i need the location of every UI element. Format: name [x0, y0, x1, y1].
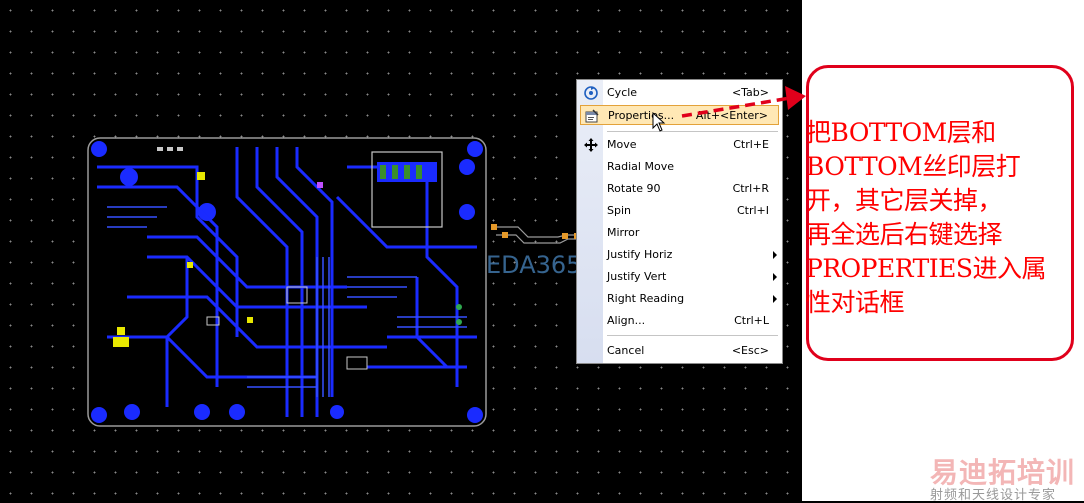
eda365-watermark: EDA365	[486, 251, 582, 279]
menu-item-label: Cancel	[607, 344, 645, 357]
menu-item-shortcut: Ctrl+E	[733, 138, 769, 151]
cycle-icon	[583, 85, 599, 101]
menu-item-shortcut: Ctrl+R	[732, 182, 769, 195]
menu-item-label: Move	[607, 138, 637, 151]
menu-item-shortcut: Ctrl+L	[734, 314, 769, 327]
menu-item-label: Spin	[607, 204, 631, 217]
menu-item-justify-horiz[interactable]: Justify Horiz	[580, 245, 779, 265]
menu-item-label: Align...	[607, 314, 646, 327]
pcb-board[interactable]	[87, 137, 487, 427]
properties-icon	[584, 108, 600, 124]
menu-item-cancel[interactable]: Cancel <Esc>	[580, 341, 779, 361]
menu-separator	[607, 335, 778, 336]
menu-item-shortcut: <Tab>	[731, 86, 769, 99]
annotation-line: 开，其它层关掉，	[806, 186, 1003, 215]
menu-item-label: Mirror	[607, 226, 640, 239]
submenu-arrow-icon	[773, 295, 777, 303]
submenu-arrow-icon	[773, 251, 777, 259]
menu-item-label: Rotate 90	[607, 182, 661, 195]
menu-item-label: Justify Horiz	[607, 248, 673, 261]
menu-item-shortcut: Alt+<Enter>	[695, 109, 768, 122]
menu-separator	[607, 131, 778, 132]
menu-item-align[interactable]: Align... Ctrl+L	[580, 311, 779, 331]
menu-item-spin[interactable]: Spin Ctrl+I	[580, 201, 779, 221]
annotation-text: 把BOTTOM层和 BOTTOM丝印层打 开，其它层关掉， 再全选后右键选择 P…	[806, 116, 1078, 320]
submenu-arrow-icon	[773, 273, 777, 281]
brand-subtitle: 射频和天线设计专家	[930, 488, 1057, 503]
menu-item-move[interactable]: Move Ctrl+E	[580, 135, 779, 155]
move-icon	[583, 137, 599, 153]
menu-item-mirror[interactable]: Mirror	[580, 223, 779, 243]
menu-item-label: Right Reading	[607, 292, 685, 305]
menu-item-radial-move[interactable]: Radial Move	[580, 157, 779, 177]
mouse-cursor-icon	[652, 112, 666, 132]
menu-item-justify-vert[interactable]: Justify Vert	[580, 267, 779, 287]
context-menu[interactable]: Cycle <Tab> Properties... Alt+<Enter> Mo…	[576, 79, 783, 364]
annotation-line: PROPERTIES进入属	[806, 254, 1047, 283]
menu-item-right-reading[interactable]: Right Reading	[580, 289, 779, 309]
annotation-line: BOTTOM丝印层打	[806, 152, 1021, 181]
menu-item-label: Cycle	[607, 86, 638, 99]
menu-item-shortcut: <Esc>	[731, 344, 769, 357]
menu-item-cycle[interactable]: Cycle <Tab>	[580, 83, 779, 103]
menu-item-label: Radial Move	[607, 160, 674, 173]
annotation-line: 再全选后右键选择	[806, 220, 1003, 249]
annotation-line: 把BOTTOM层和	[806, 118, 996, 147]
annotation-line: 性对话框	[806, 288, 905, 317]
menu-item-label: Justify Vert	[607, 270, 667, 283]
menu-item-shortcut: Ctrl+I	[736, 204, 769, 217]
menu-item-rotate-90[interactable]: Rotate 90 Ctrl+R	[580, 179, 779, 199]
menu-item-properties[interactable]: Properties... Alt+<Enter>	[580, 105, 779, 125]
